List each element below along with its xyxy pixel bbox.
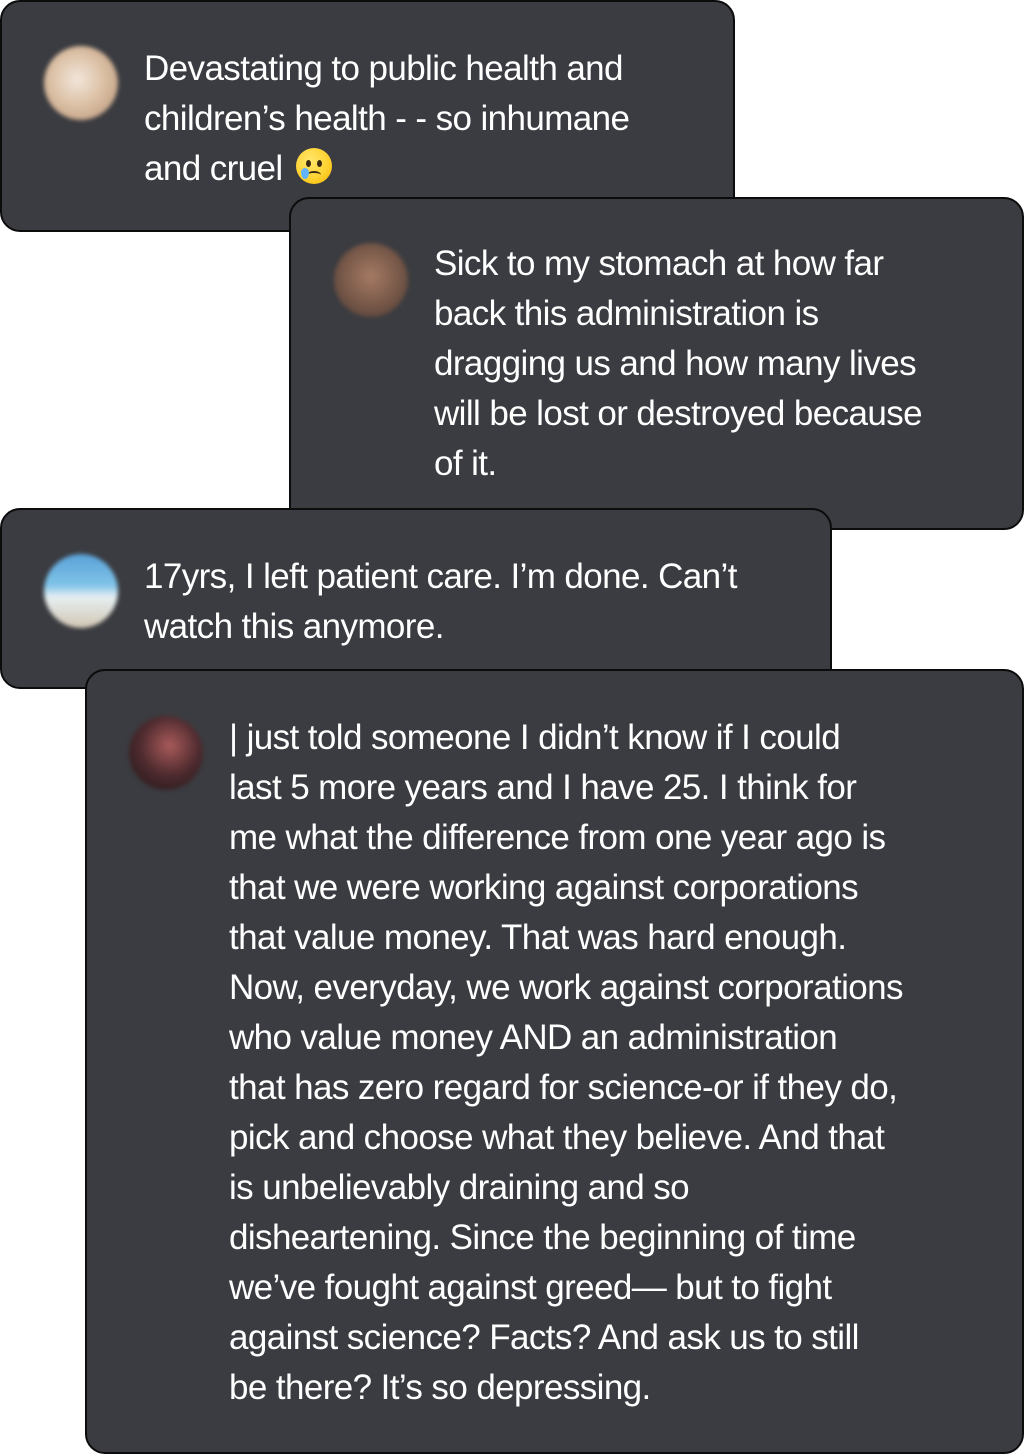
- avatar: [44, 554, 118, 628]
- comment-text: 17yrs, I left patient care. I’m done. Ca…: [144, 557, 737, 646]
- comment-card: | just told someone I didn’t know if I c…: [85, 669, 1024, 1454]
- avatar: [129, 716, 203, 790]
- avatar: [44, 46, 118, 120]
- comment-card: Sick to my stomach at how far back this …: [289, 197, 1024, 530]
- comment-text: Devastating to public health and childre…: [144, 49, 630, 188]
- comment-text: Sick to my stomach at how far back this …: [434, 244, 923, 483]
- comment-card: 17yrs, I left patient care. I’m done. Ca…: [0, 508, 832, 689]
- comment-text: | just told someone I didn’t know if I c…: [229, 718, 903, 1407]
- smiling-face-with-tear-icon: [295, 148, 332, 184]
- avatar: [334, 243, 408, 317]
